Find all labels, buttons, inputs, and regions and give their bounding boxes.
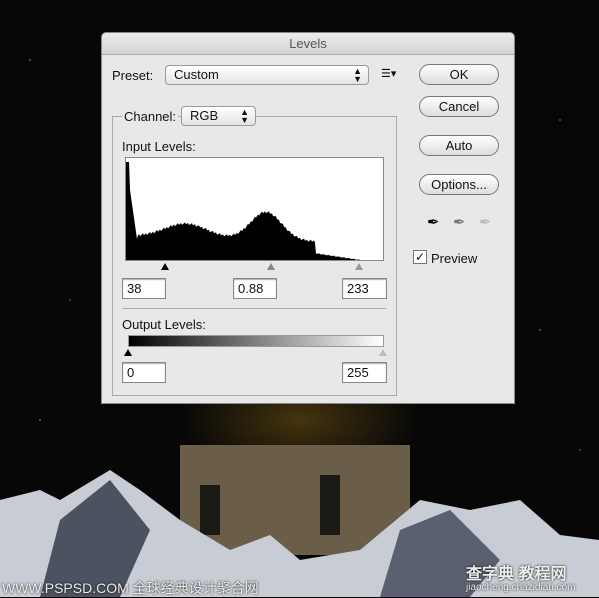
preset-label: Preset:: [112, 68, 154, 83]
preview-label: Preview: [431, 251, 478, 266]
gray-eyedropper-icon[interactable]: ✒: [453, 213, 466, 231]
output-black-slider[interactable]: [124, 349, 132, 356]
black-eyedropper-icon[interactable]: ✒: [427, 213, 440, 231]
output-gradient: [128, 335, 384, 347]
output-white-slider[interactable]: [379, 349, 387, 356]
watermark-logo: 查字典 教程网: [466, 566, 567, 583]
divider: [122, 308, 386, 309]
preset-value: Custom: [174, 67, 219, 82]
histogram: [125, 157, 384, 261]
dialog-title: Levels: [102, 33, 514, 55]
histogram-shape: [126, 162, 364, 260]
output-levels-label: Output Levels:: [122, 317, 206, 332]
levels-dialog: Levels Preset: Custom ▲ ▼ ☰▾ Channel: RGB ▲…: [101, 32, 515, 404]
channel-value: RGB: [190, 108, 219, 123]
input-gamma-field[interactable]: 0.88: [233, 278, 277, 299]
output-white-field[interactable]: 255: [342, 362, 387, 383]
preview-checkbox[interactable]: ✓: [413, 250, 427, 264]
options-button[interactable]: Options...: [419, 174, 499, 195]
input-gamma-slider[interactable]: [267, 263, 275, 270]
updown-arrows-icon: ▲ ▼: [240, 107, 249, 125]
input-white-slider[interactable]: [355, 263, 363, 270]
channel-select[interactable]: RGB ▲ ▼: [181, 106, 256, 126]
channel-label: Channel:: [122, 109, 179, 124]
input-black-slider[interactable]: [161, 263, 169, 270]
preset-options-icon[interactable]: ☰▾: [381, 67, 396, 80]
auto-button[interactable]: Auto: [419, 135, 499, 156]
input-black-field[interactable]: 38: [122, 278, 166, 299]
watermark-left: WWW.PSPSD.COM 全球经典设计聚合网: [2, 580, 259, 596]
watermark-url: jiaocheng.chazidian.com: [466, 582, 576, 593]
ok-button[interactable]: OK: [419, 64, 499, 85]
cancel-button[interactable]: Cancel: [419, 96, 499, 117]
white-eyedropper-icon[interactable]: ✒: [479, 213, 492, 231]
input-white-field[interactable]: 233: [342, 278, 387, 299]
preset-select[interactable]: Custom ▲ ▼: [165, 65, 369, 85]
updown-arrows-icon: ▲ ▼: [353, 66, 362, 84]
output-black-field[interactable]: 0: [122, 362, 166, 383]
input-levels-label: Input Levels:: [122, 139, 196, 154]
